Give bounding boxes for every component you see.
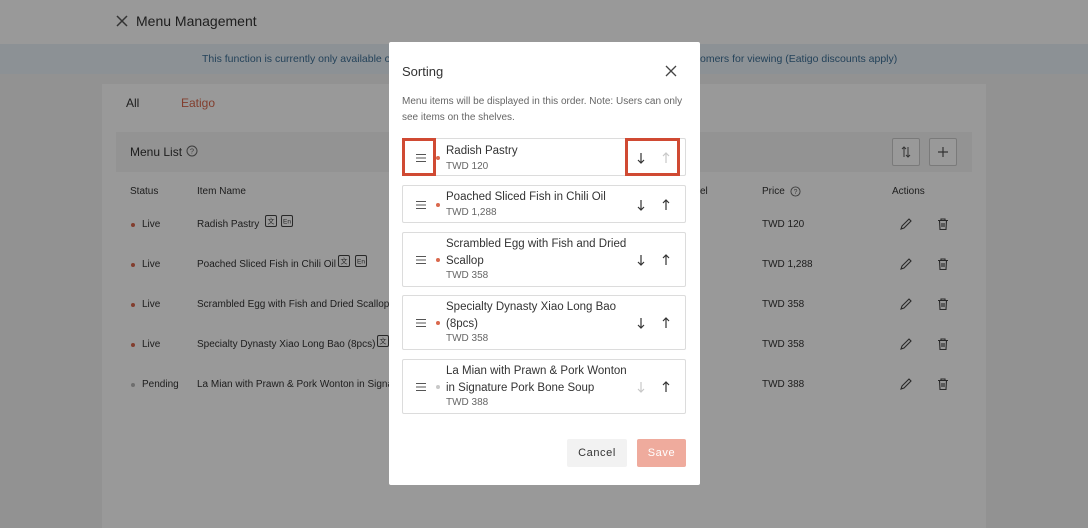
- move-down-icon[interactable]: [636, 254, 646, 266]
- sort-item-price: TWD 388: [446, 397, 489, 408]
- move-up-icon[interactable]: [661, 317, 671, 329]
- modal-note: Menu items will be displayed in this ord…: [402, 96, 683, 123]
- status-dot: [436, 321, 440, 325]
- move-arrows-highlight: [625, 138, 680, 176]
- drag-handle-icon[interactable]: [415, 318, 427, 328]
- move-down-icon[interactable]: [636, 317, 646, 329]
- status-dot: [436, 156, 440, 160]
- sort-item[interactable]: Specialty Dynasty Xiao Long Bao (8pcs) T…: [402, 295, 686, 350]
- sort-item-price: TWD 120: [446, 161, 489, 172]
- sort-item-name: Scrambled Egg with Fish and Dried Scallo…: [446, 238, 627, 267]
- move-down-icon[interactable]: [636, 199, 646, 211]
- move-up-icon[interactable]: [661, 254, 671, 266]
- sort-item-price: TWD 358: [446, 333, 489, 344]
- save-button[interactable]: Save: [637, 439, 686, 467]
- sort-item-price: TWD 358: [446, 270, 489, 281]
- sort-item[interactable]: La Mian with Prawn & Pork Wonton in Sign…: [402, 359, 686, 414]
- drag-handle-icon[interactable]: [415, 200, 427, 210]
- move-up-icon[interactable]: [661, 381, 671, 393]
- modal-title: Sorting: [402, 64, 444, 79]
- sorting-modal: Sorting Menu items will be displayed in …: [389, 42, 700, 485]
- drag-handle-icon[interactable]: [415, 255, 427, 265]
- sort-item[interactable]: Poached Sliced Fish in Chili Oil TWD 1,2…: [402, 185, 686, 223]
- move-down-icon: [637, 382, 645, 393]
- close-icon[interactable]: [665, 65, 677, 77]
- move-up-icon[interactable]: [661, 199, 671, 211]
- drag-handle-highlight: [402, 138, 436, 176]
- sort-item-price: TWD 1,288: [446, 207, 497, 218]
- sort-item-name: La Mian with Prawn & Pork Wonton in Sign…: [446, 365, 627, 394]
- sort-item-name: Poached Sliced Fish in Chili Oil: [446, 191, 606, 203]
- status-dot: [436, 203, 440, 207]
- status-dot: [436, 258, 440, 262]
- sort-item-name: Specialty Dynasty Xiao Long Bao (8pcs): [446, 301, 617, 330]
- status-dot: [436, 385, 440, 389]
- drag-handle-icon[interactable]: [415, 382, 427, 392]
- sort-item[interactable]: Scrambled Egg with Fish and Dried Scallo…: [402, 232, 686, 287]
- sort-item-name: Radish Pastry: [446, 145, 518, 157]
- cancel-button[interactable]: Cancel: [567, 439, 627, 467]
